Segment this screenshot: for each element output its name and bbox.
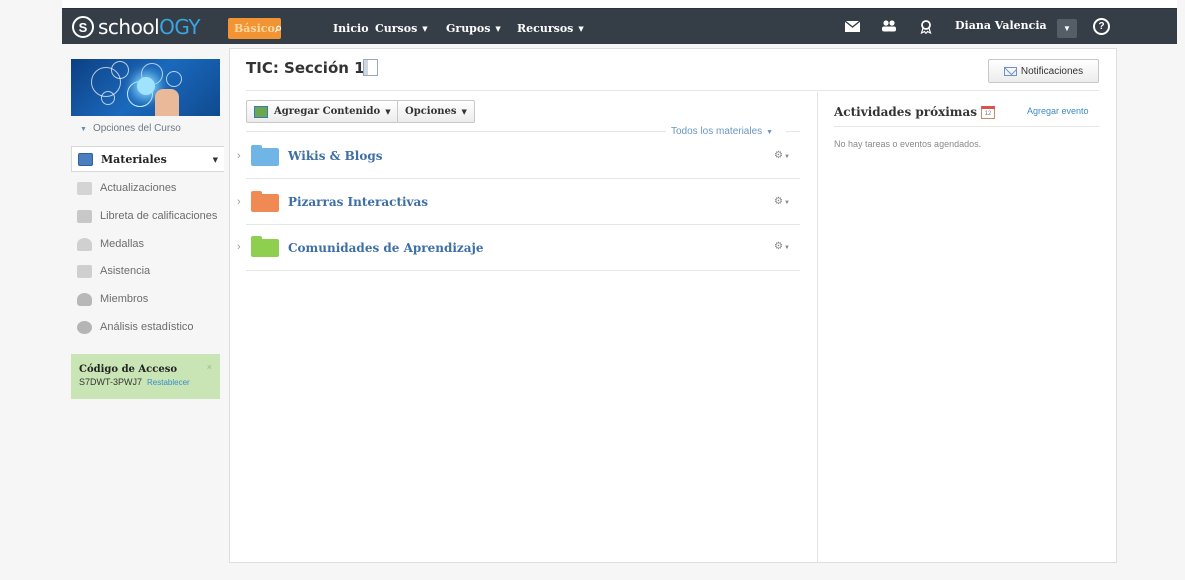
folder-icon xyxy=(251,145,279,166)
sidebar-item-asistencia[interactable]: Asistencia xyxy=(71,258,224,284)
row-divider xyxy=(246,178,800,179)
badges-icon[interactable] xyxy=(920,20,932,37)
access-code-title: Código de Acceso xyxy=(79,364,177,375)
column-divider xyxy=(817,92,818,562)
search-icon[interactable]: ⌕ xyxy=(275,18,282,39)
messages-icon[interactable] xyxy=(844,20,861,35)
top-navigation-bar: S schoolOGY Básico ⌕ Inicio Cursos ▼ Grup… xyxy=(62,8,1177,44)
nav-recursos[interactable]: Recursos ▼ xyxy=(517,18,584,39)
expand-chevron-icon[interactable]: › xyxy=(237,196,241,208)
folder-title[interactable]: Comunidades de Aprendizaje xyxy=(288,241,484,255)
gear-icon[interactable]: ⚙▼ xyxy=(774,150,790,161)
caret-down-icon: ▼ xyxy=(80,126,87,133)
top-strip xyxy=(62,0,1177,8)
sidebar-item-materiales[interactable]: Materiales ▼ xyxy=(71,146,224,172)
add-event-link[interactable]: Agregar evento xyxy=(1027,106,1089,116)
user-menu-chevron-down-icon[interactable]: ▼ xyxy=(1057,19,1077,38)
folder-icon xyxy=(251,236,279,257)
course-banner-image xyxy=(71,59,220,116)
divider xyxy=(834,126,1099,127)
members-icon xyxy=(77,292,92,306)
access-code-box: Código de Acceso S7DWT-3PWJ7 Restablecer … xyxy=(71,354,220,399)
chevron-down-icon: ▼ xyxy=(461,107,467,116)
expand-chevron-icon[interactable]: › xyxy=(237,150,241,162)
envelope-icon xyxy=(1003,66,1017,76)
nav-cursos[interactable]: Cursos ▼ xyxy=(375,18,428,39)
sidebar-item-miembros[interactable]: Miembros xyxy=(71,286,224,312)
add-content-icon xyxy=(254,105,268,118)
updates-icon xyxy=(77,181,92,195)
folder-title[interactable]: Pizarras Interactivas xyxy=(288,195,428,209)
gear-icon[interactable]: ⚙▼ xyxy=(774,241,790,252)
divider xyxy=(786,131,800,132)
reset-access-code-link[interactable]: Restablecer xyxy=(147,378,190,387)
add-content-button[interactable]: Agregar Contenido ▼ xyxy=(246,100,399,123)
attendance-icon xyxy=(77,264,92,278)
notifications-button[interactable]: Notificaciones xyxy=(988,59,1099,83)
badges-icon xyxy=(77,237,92,251)
chevron-down-icon: ▼ xyxy=(495,24,501,33)
row-divider xyxy=(246,224,800,225)
nav-inicio[interactable]: Inicio xyxy=(333,18,369,39)
analytics-icon xyxy=(77,320,92,334)
course-page-icon xyxy=(363,59,378,76)
options-button[interactable]: Opciones ▼ xyxy=(397,100,475,123)
row-divider xyxy=(246,270,800,271)
materials-icon xyxy=(78,152,93,166)
chevron-down-icon: ▼ xyxy=(422,24,428,33)
gear-icon[interactable]: ⚙▼ xyxy=(774,196,790,207)
folder-title[interactable]: Wikis & Blogs xyxy=(288,149,383,163)
user-name[interactable]: Diana Valencia xyxy=(955,19,1047,32)
schoology-logo[interactable]: S schoolOGY xyxy=(72,14,201,40)
divider xyxy=(246,90,1099,91)
help-icon[interactable]: ? xyxy=(1093,18,1110,35)
basico-button[interactable]: Básico xyxy=(228,18,281,39)
divider xyxy=(246,131,666,132)
sidebar-item-libreta[interactable]: Libreta de calificaciones xyxy=(71,203,224,229)
folder-icon xyxy=(251,191,279,212)
course-options-link[interactable]: ▼ Opciones del Curso xyxy=(80,123,181,134)
close-icon[interactable]: × xyxy=(207,362,212,372)
chevron-down-icon: ▼ xyxy=(385,107,391,116)
expand-chevron-icon[interactable]: › xyxy=(237,241,241,253)
chevron-down-icon: ▼ xyxy=(578,24,584,33)
page-title: TIC: Sección 1 xyxy=(246,59,365,77)
chevron-down-icon[interactable]: ▼ xyxy=(213,155,218,164)
nav-grupos[interactable]: Grupos ▼ xyxy=(446,18,501,39)
no-tasks-message: No hay tareas o eventos agendados. xyxy=(834,139,982,149)
sidebar-item-medallas[interactable]: Medallas xyxy=(71,231,224,257)
logo-s-icon: S xyxy=(72,16,94,38)
sidebar-item-actualizaciones[interactable]: Actualizaciones xyxy=(71,175,224,201)
connections-icon[interactable] xyxy=(881,20,897,35)
chevron-down-icon: ▼ xyxy=(766,129,774,136)
materials-filter-dropdown[interactable]: Todos los materiales ▼ xyxy=(671,126,773,137)
upcoming-activities-title: Actividades próximas 12 xyxy=(834,105,996,119)
calendar-icon[interactable]: 12 xyxy=(981,105,996,119)
sidebar-item-analisis[interactable]: Análisis estadístico xyxy=(71,314,224,340)
access-code-value: S7DWT-3PWJ7 Restablecer xyxy=(79,377,190,387)
gradebook-icon xyxy=(77,209,92,223)
logo-wordmark: schoolOGY xyxy=(98,15,201,39)
